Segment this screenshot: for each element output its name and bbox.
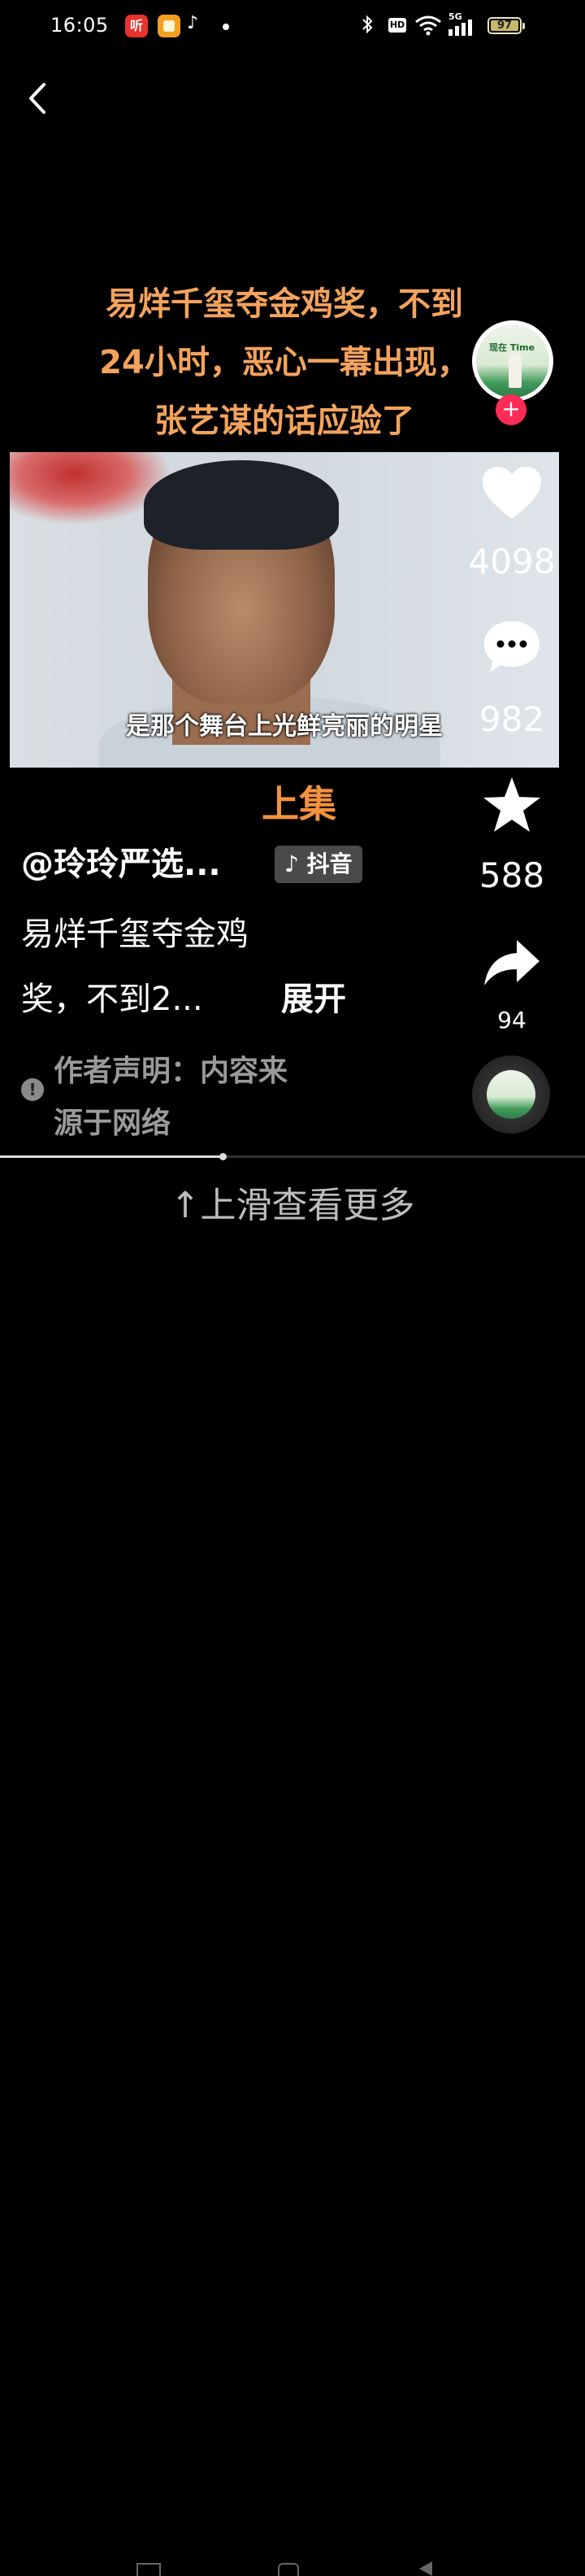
reader-app-icon	[158, 15, 180, 37]
like-count: 4098	[468, 542, 556, 581]
share-button[interactable]	[475, 937, 548, 992]
more-notifications-dot	[223, 24, 229, 30]
listen-app-icon: 听	[125, 15, 148, 37]
declaration-line: 作者声明：内容来	[54, 1055, 288, 1088]
title-line: 张艺谋的话应验了	[154, 402, 414, 440]
battery-level: 97	[491, 20, 518, 32]
home-icon[interactable]	[278, 2563, 299, 2576]
favorite-button[interactable]	[475, 776, 548, 838]
share-count: 94	[497, 1007, 526, 1033]
follow-button[interactable]: +	[496, 394, 526, 425]
source-badge-label: 抖音	[306, 851, 353, 877]
description-line: 易烊千玺夺金鸡	[21, 916, 249, 953]
music-disc-button[interactable]	[472, 1055, 550, 1134]
star-icon	[483, 777, 540, 832]
favorite-count: 588	[479, 855, 545, 895]
battery-icon: 97	[488, 17, 525, 34]
video-progress-handle[interactable]	[219, 1153, 227, 1160]
title-line: 24小时，恶心一幕出现，	[99, 344, 470, 381]
description-line: 奖，不到2...	[21, 981, 203, 1018]
comment-bubble-icon	[484, 621, 540, 672]
comment-count: 982	[479, 699, 545, 739]
like-button[interactable]	[475, 465, 548, 525]
author-avatar[interactable]: 现在 Time	[472, 320, 553, 402]
info-exclamation-icon: !	[21, 1078, 44, 1101]
chevron-left-icon	[29, 83, 46, 114]
system-back-icon[interactable]	[419, 2561, 432, 2576]
person-hair	[144, 460, 339, 550]
comment-button[interactable]	[475, 618, 548, 678]
douyin-source-badge[interactable]: ♪ 抖音	[275, 846, 362, 883]
author-name[interactable]: @玲玲严选...	[21, 838, 221, 885]
swipe-up-hint[interactable]: ↑上滑查看更多	[0, 1176, 585, 1228]
status-bar: 16:05 听 ♪ HD 5G 97	[0, 0, 585, 54]
bluetooth-icon	[361, 15, 374, 38]
tiktok-notification-icon: ♪	[187, 13, 199, 33]
system-nav-bar	[0, 1268, 585, 2576]
heart-icon	[483, 467, 541, 519]
signal-icon	[448, 20, 478, 40]
previous-episode-link[interactable]: 上集	[262, 775, 336, 829]
declaration-line: 源于网络	[54, 1107, 171, 1140]
music-cover-image	[487, 1070, 535, 1119]
recent-apps-icon[interactable]	[136, 2563, 161, 2576]
title-line: 易烊千玺夺金鸡奖，不到	[106, 285, 463, 323]
video-progress-fill	[0, 1155, 223, 1158]
tiktok-note-icon: ♪	[284, 851, 299, 877]
expand-description-button[interactable]: 展开	[281, 973, 346, 1020]
share-arrow-icon	[484, 940, 540, 986]
author-declaration: 作者声明：内容来 源于网络	[54, 1046, 379, 1150]
clock: 16:05	[50, 14, 109, 37]
video-title-overlay: 易烊千玺夺金鸡奖，不到 24小时，恶心一幕出现， 张艺谋的话应验了	[32, 275, 536, 450]
back-button[interactable]	[23, 78, 55, 119]
wifi-icon	[414, 15, 442, 40]
hd-call-icon: HD	[388, 18, 406, 33]
